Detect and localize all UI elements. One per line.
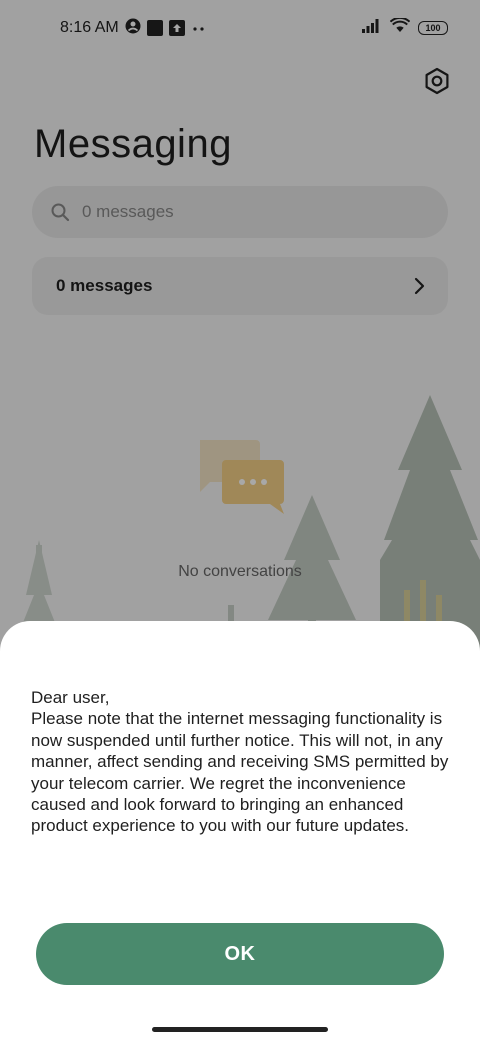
home-indicator[interactable] [152, 1027, 328, 1032]
notice-message: Dear user, Please note that the internet… [31, 688, 449, 836]
notice-bottom-sheet: Dear user, Please note that the internet… [0, 621, 480, 1040]
ok-button[interactable]: OK [36, 923, 444, 985]
